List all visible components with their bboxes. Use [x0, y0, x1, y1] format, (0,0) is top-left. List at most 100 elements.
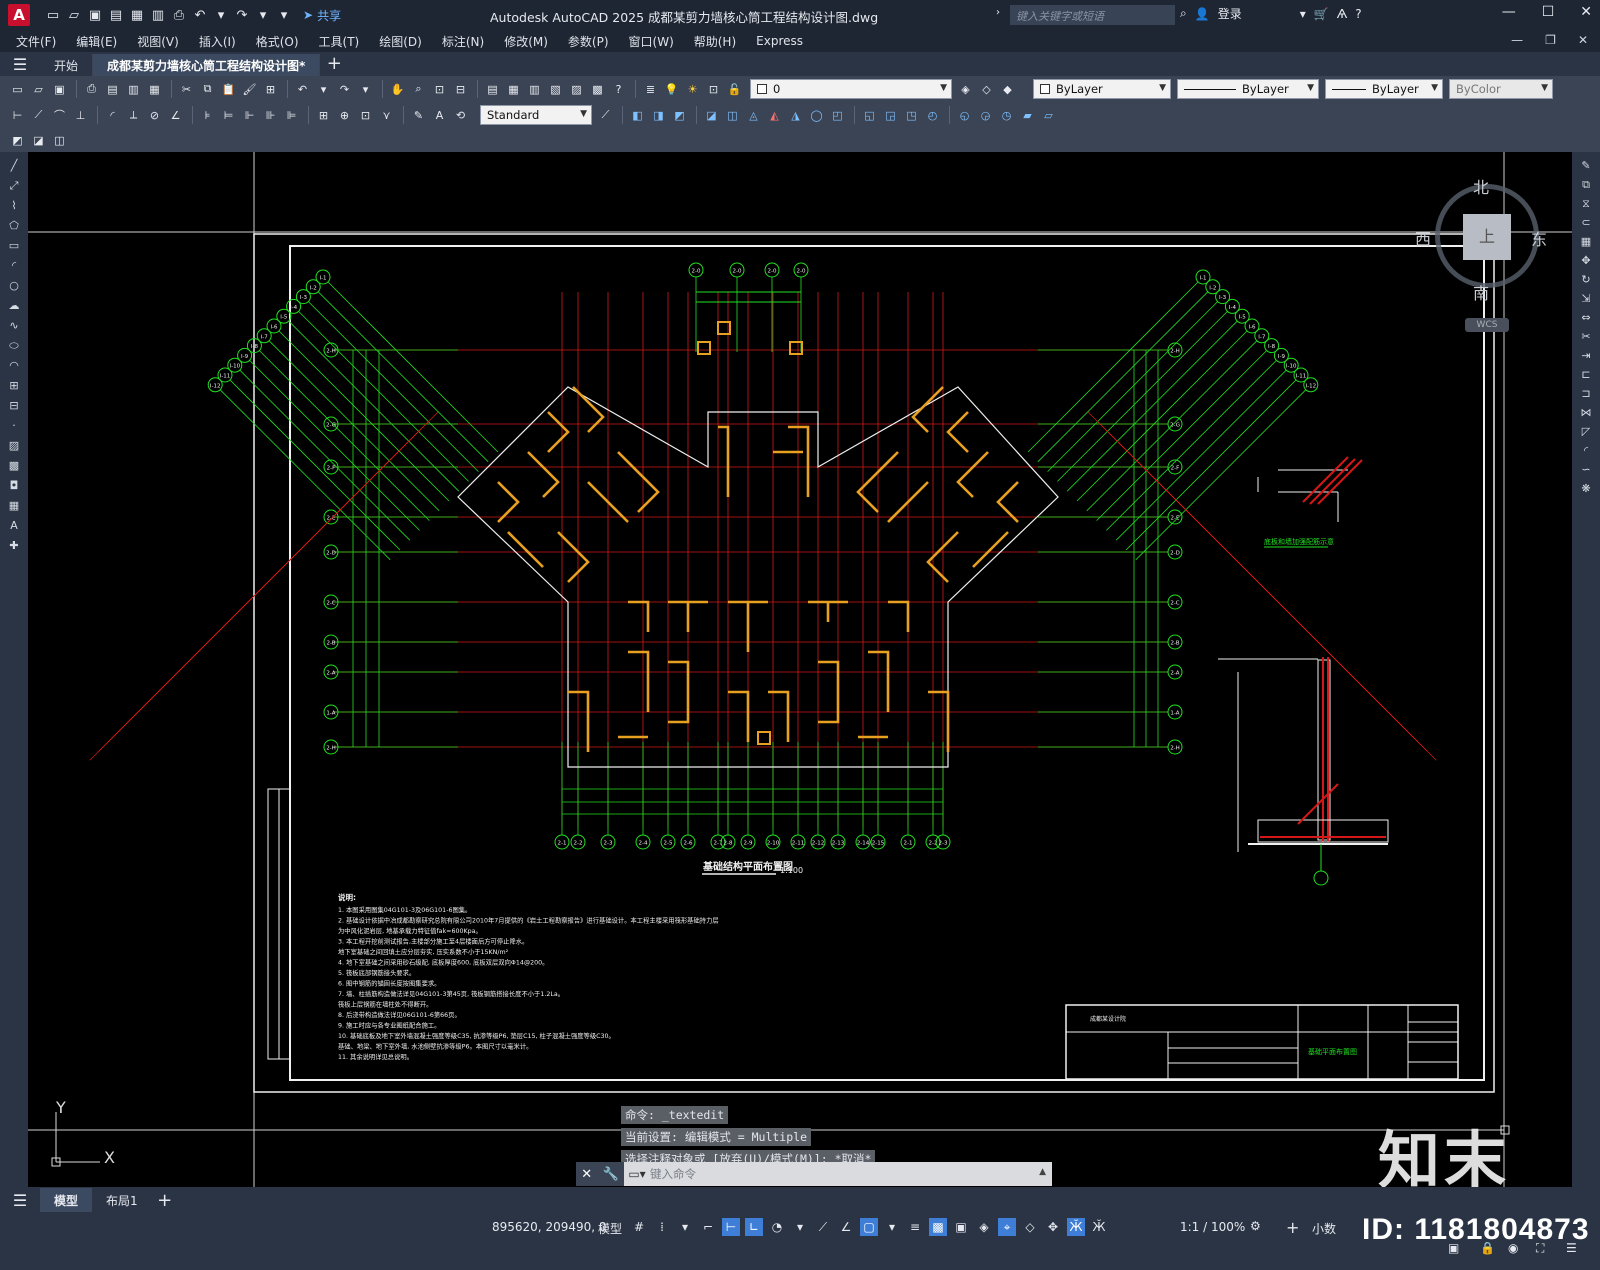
dim-style-manager-icon[interactable]: ⟋: [596, 106, 615, 125]
redo-icon[interactable]: ↷: [335, 80, 354, 99]
model-space-canvas[interactable]: 2-H 2-H 2-G 2-G 2-F 2-F 2-E 2-E 2-D 2-D 2-C 2-C 2-B 2…: [28, 152, 1572, 1187]
interfere-icon[interactable]: ◰: [828, 106, 847, 125]
grid-icon[interactable]: #: [630, 1218, 648, 1236]
gradient-icon[interactable]: ▩: [6, 458, 22, 474]
annotation-scale[interactable]: 1:1 / 100%: [1180, 1220, 1245, 1234]
revision-cloud-icon[interactable]: ☁: [6, 298, 22, 314]
dim-aligned-icon[interactable]: ⟋: [29, 106, 48, 125]
line-icon[interactable]: ╱: [6, 158, 22, 174]
open-folder-icon[interactable]: ▱: [65, 6, 83, 24]
ucs-previous-icon[interactable]: ◫: [50, 131, 69, 150]
copy-object-icon[interactable]: ⧉: [1578, 177, 1594, 193]
dim-continue-icon[interactable]: ⊩: [240, 106, 259, 125]
stretch-icon[interactable]: ⇔: [1578, 310, 1594, 326]
layer-thaw-sun-icon[interactable]: ☀: [683, 80, 702, 99]
dim-update-icon[interactable]: ⟲: [451, 106, 470, 125]
spline-icon[interactable]: ∿: [6, 318, 22, 334]
redo-icon[interactable]: ↷: [233, 6, 251, 24]
menu-window[interactable]: 窗口(W): [629, 33, 674, 50]
new-tab-button[interactable]: +: [320, 54, 348, 76]
cone-icon[interactable]: ◳: [902, 106, 921, 125]
command-history-toggle-icon[interactable]: ▲: [1039, 1167, 1046, 1177]
multiline-text-icon[interactable]: A: [6, 518, 22, 534]
polar-icon[interactable]: ◔: [768, 1218, 786, 1236]
calculator-icon[interactable]: ▩: [588, 80, 607, 99]
snap-dropdown-icon[interactable]: ▾: [676, 1218, 694, 1236]
doc-minimize-icon[interactable]: —: [1511, 33, 1523, 47]
torus-icon[interactable]: ◶: [976, 106, 995, 125]
menu-insert[interactable]: 插入(I): [199, 33, 236, 50]
menu-edit[interactable]: 编辑(E): [76, 33, 117, 50]
doc-restore-icon[interactable]: ❐: [1545, 33, 1556, 47]
compass-west[interactable]: 西: [1415, 226, 1431, 250]
union-icon[interactable]: ◨: [649, 106, 668, 125]
sheet-set-icon[interactable]: ▧: [546, 80, 565, 99]
cut-icon[interactable]: ✂: [177, 80, 196, 99]
zoom-previous-icon[interactable]: ⊟: [451, 80, 470, 99]
file-tabs-menu-icon[interactable]: ☰: [0, 52, 40, 76]
scale-icon[interactable]: ⇲: [1578, 291, 1594, 307]
ellipse-icon[interactable]: ⬭: [6, 338, 22, 354]
paste-icon[interactable]: 📋: [219, 80, 238, 99]
ortho-icon[interactable]: ∟: [745, 1218, 763, 1236]
osnap-dropdown-icon[interactable]: ▾: [883, 1218, 901, 1236]
3d-osnap-icon[interactable]: ◈: [975, 1218, 993, 1236]
chamfer-icon[interactable]: ◸: [1578, 424, 1594, 440]
tolerance-icon[interactable]: ⊞: [314, 106, 333, 125]
dim-ordinate-icon[interactable]: ⊥: [71, 106, 90, 125]
help-icon[interactable]: ?: [609, 80, 628, 99]
dwf-icon[interactable]: ▦: [145, 80, 164, 99]
fillet-icon[interactable]: ◜: [1578, 443, 1594, 459]
redo-dropdown-icon[interactable]: ▾: [254, 6, 272, 24]
menu-file[interactable]: 文件(F): [16, 33, 56, 50]
auto-scale-icon[interactable]: Ӂ: [1090, 1218, 1108, 1236]
tab-model[interactable]: 模型: [40, 1188, 93, 1212]
add-selected-icon[interactable]: ✚: [6, 538, 22, 554]
join-icon[interactable]: ⋈: [1578, 405, 1594, 421]
plot-icon[interactable]: ⎙: [82, 80, 101, 99]
jogged-linear-icon[interactable]: ⋎: [377, 106, 396, 125]
customize-qat-icon[interactable]: ▾: [275, 6, 293, 24]
break-icon[interactable]: ⊐: [1578, 386, 1594, 402]
hatch-icon[interactable]: ▨: [6, 438, 22, 454]
doc-close-icon[interactable]: ✕: [1578, 33, 1588, 47]
undo-dropdown-icon[interactable]: ▾: [212, 6, 230, 24]
slice-icon[interactable]: ◯: [807, 106, 826, 125]
tab-layout1[interactable]: 布局1: [92, 1188, 152, 1212]
layer-properties-icon[interactable]: ≣: [641, 80, 660, 99]
transparency-icon[interactable]: ▩: [929, 1218, 947, 1236]
offset-icon[interactable]: ⊂: [1578, 215, 1594, 231]
break-at-point-icon[interactable]: ⊏: [1578, 367, 1594, 383]
save-icon[interactable]: ▣: [86, 6, 104, 24]
pan-icon[interactable]: ✋: [388, 80, 407, 99]
dim-radius-icon[interactable]: ◜: [103, 106, 122, 125]
save-as-icon[interactable]: ▤: [107, 6, 125, 24]
dim-text-edit-icon[interactable]: A: [430, 106, 449, 125]
infer-constraints-icon[interactable]: ⌐: [699, 1218, 717, 1236]
planar-surface-icon[interactable]: ▰: [1018, 106, 1037, 125]
rotate-icon[interactable]: ↻: [1578, 272, 1594, 288]
array-icon[interactable]: ▦: [1578, 234, 1594, 250]
tab-drawing[interactable]: 成都某剪力墙核心筒工程结构设计图*: [93, 54, 321, 76]
dim-arc-icon[interactable]: ⌒: [50, 106, 69, 125]
undo-dropdown-icon[interactable]: ▾: [314, 80, 333, 99]
cylinder-icon[interactable]: ◵: [955, 106, 974, 125]
web-save-icon[interactable]: ▥: [149, 6, 167, 24]
lineweight-dropdown[interactable]: ByLayer ▼: [1325, 79, 1443, 99]
model-space-toggle[interactable]: 模型: [598, 1220, 622, 1237]
menu-format[interactable]: 格式(O): [256, 33, 299, 50]
block-editor-icon[interactable]: ⊞: [261, 80, 280, 99]
trim-icon[interactable]: ✂: [1578, 329, 1594, 345]
layer-dropdown[interactable]: 0 ▼: [750, 79, 952, 99]
menu-draw[interactable]: 绘图(D): [379, 33, 422, 50]
properties-icon[interactable]: ▤: [483, 80, 502, 99]
extrude-icon[interactable]: ◪: [702, 106, 721, 125]
layer-states-icon[interactable]: ◆: [998, 80, 1017, 99]
wedge-icon[interactable]: ◲: [881, 106, 900, 125]
publish-icon[interactable]: ▥: [124, 80, 143, 99]
polar-dropdown-icon[interactable]: ▾: [791, 1218, 809, 1236]
menu-parametric[interactable]: 参数(P): [568, 33, 609, 50]
gizmo-icon[interactable]: ✥: [1044, 1218, 1062, 1236]
search-expand-icon[interactable]: ›: [996, 7, 1000, 18]
tab-start[interactable]: 开始: [40, 54, 94, 76]
